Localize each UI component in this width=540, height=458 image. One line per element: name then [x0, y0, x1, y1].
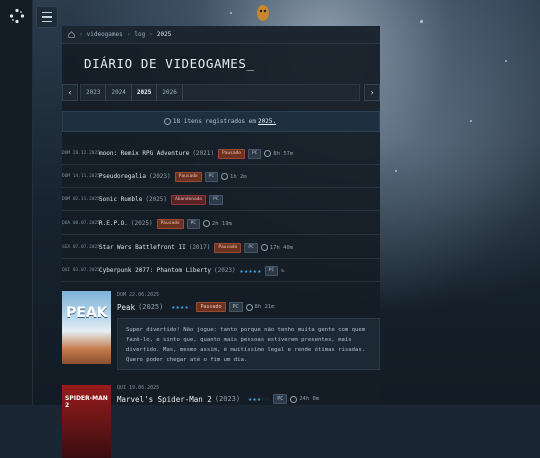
entry-title[interactable]: Cyberpunk 2077: Phantom Liberty	[99, 267, 211, 274]
menu-button[interactable]	[36, 6, 58, 28]
year-navigation: ‹ 2023 2024 2025 2026 ›	[62, 84, 380, 101]
chevron-left-icon: ‹	[67, 88, 73, 97]
entry-date: QUI 03.07.2025	[62, 268, 100, 273]
entry-year: (2023)	[214, 395, 241, 403]
entry-title[interactable]: Pseudoregalia	[99, 173, 146, 180]
entry-date: DOM 14.11.2025	[62, 174, 100, 179]
entry-date: QUA 08.07.2025	[62, 221, 100, 226]
year-tab-2023[interactable]: 2023	[81, 84, 107, 101]
year-tabs: 2023 2024 2025 2026	[80, 84, 360, 101]
clock-icon	[264, 150, 272, 157]
logo-icon[interactable]	[9, 8, 25, 24]
review-text: Super divertido! Não jogue: tanto porque…	[117, 318, 380, 370]
entry-hours: 2h 19m	[211, 220, 232, 227]
game-cover-spider-man-2[interactable]: SPIDER-MAN 2	[62, 385, 111, 458]
entry-year: (2025)	[130, 220, 153, 227]
entry-hours: 8h 21m	[254, 304, 275, 310]
entry-year: (2023)	[148, 173, 171, 180]
cover-title: SPIDER-MAN 2	[65, 395, 108, 409]
platform-badge: PC	[228, 302, 243, 312]
entry-title[interactable]: R.E.P.O.	[99, 220, 128, 227]
next-year-button[interactable]: ›	[364, 84, 380, 101]
breadcrumb-item-videogames[interactable]: videogames	[87, 31, 123, 38]
platform-badge: PC	[264, 265, 279, 276]
clock-icon	[221, 173, 229, 180]
entry-date: DOM 02.11.2025	[62, 197, 100, 202]
home-icon[interactable]	[68, 31, 75, 38]
status-badge: Pausado	[218, 148, 245, 159]
platform-badge: PC	[186, 218, 200, 229]
rating-stars: ★★★★★	[239, 266, 262, 275]
entry-date: QUI 19.06.2025	[117, 385, 160, 391]
counter-text: 18 itens registrados em	[172, 118, 257, 125]
platform-badge: PC	[247, 148, 262, 159]
entry-date: DOM 22.06.2025	[117, 292, 160, 298]
log-entry[interactable]: SEX 07.07.2025 Star Wars Battlefront II …	[62, 237, 380, 259]
entry-title[interactable]: Star Wars Battlefront II	[99, 244, 186, 251]
status-badge: Pausado	[214, 242, 242, 253]
status-badge: Abandonado	[171, 194, 207, 205]
breadcrumb-item-current: 2025	[156, 31, 172, 38]
chevron-right-icon: ›	[79, 31, 83, 38]
chevron-right-icon: ›	[149, 31, 153, 38]
game-cover-peak[interactable]: PEAK	[62, 291, 111, 364]
log-entry[interactable]: QUA 08.07.2025 R.E.P.O. (2025) Pausado P…	[62, 213, 380, 235]
chevron-right-icon: ›	[369, 88, 375, 97]
status-badge: Pausado	[156, 218, 184, 229]
platform-badge: PC	[273, 394, 288, 404]
platform-badge: PC	[244, 242, 258, 253]
sidebar	[0, 0, 33, 405]
chevron-right-icon: ›	[126, 31, 131, 38]
entry-hours: 1h 2m	[230, 173, 247, 180]
entry-hours: 8h 57m	[273, 150, 294, 157]
year-tab-2026[interactable]: 2026	[157, 84, 183, 101]
year-tab-2024[interactable]: 2024	[106, 84, 132, 101]
counter-year: 2025.	[258, 118, 277, 125]
platform-badge: PC	[204, 171, 219, 182]
entry-year: (2017)	[188, 244, 211, 251]
entry-year: (2025)	[145, 196, 168, 203]
year-tab-2025[interactable]: 2025	[132, 84, 158, 101]
log-entry[interactable]: DOM 14.11.2025 Pseudoregalia (2023) Paus…	[62, 166, 380, 188]
rating-stars: ★★★★☆	[171, 303, 194, 311]
entry-year: (2025)	[138, 303, 164, 311]
entry-date: DOM 28.12.2025	[62, 151, 100, 156]
log-entry[interactable]: DOM 02.11.2025 Sonic Rumble (2025) Aband…	[62, 189, 380, 211]
entry-year: (2021)	[192, 150, 214, 157]
featured-entry-header: Peak (2025) ★★★★☆ Pausado PC 8h 21m	[117, 302, 274, 312]
mascot-figure	[257, 5, 269, 21]
entry-hours: 17h 40m	[269, 244, 293, 251]
entry-year: (2023)	[213, 267, 236, 274]
entry-title[interactable]: Sonic Rumble	[99, 196, 142, 203]
entry-title[interactable]: moon: Remix RPG Adventure	[99, 150, 189, 157]
platform-badge: PC	[209, 194, 223, 205]
status-badge: Pausado	[196, 302, 226, 312]
status-badge: Pausado	[174, 171, 202, 182]
page-title: DIÁRIO DE VIDEOGAMES_	[84, 56, 255, 71]
cover-title: PEAK	[66, 305, 108, 321]
clock-icon	[245, 303, 253, 311]
clock-icon	[260, 244, 268, 251]
breadcrumb: › videogames › log › 2025	[62, 26, 380, 44]
entry-hours: 24h 0m	[299, 396, 320, 402]
entry-title[interactable]: Peak	[117, 303, 135, 312]
replay-icon: ↻	[281, 267, 285, 274]
entry-date: SEX 07.07.2025	[62, 245, 100, 250]
log-entry[interactable]: DOM 28.12.2025 moon: Remix RPG Adventure…	[62, 143, 380, 165]
clock-icon	[163, 118, 171, 125]
clock-icon	[202, 220, 210, 227]
log-entry[interactable]: QUI 03.07.2025 Cyberpunk 2077: Phantom L…	[62, 260, 380, 282]
featured-entry-header: Marvel's Spider-Man 2 (2023) ★★★☆☆ PC 24…	[117, 394, 319, 404]
hamburger-icon	[42, 10, 52, 24]
prev-year-button[interactable]: ‹	[62, 84, 78, 101]
rating-stars: ★★★☆☆	[248, 395, 271, 403]
breadcrumb-item-log[interactable]: log	[134, 31, 145, 38]
entry-title[interactable]: Marvel's Spider-Man 2	[117, 395, 212, 404]
entry-counter: 18 itens registrados em 2025.	[62, 111, 380, 132]
clock-icon	[290, 395, 298, 403]
